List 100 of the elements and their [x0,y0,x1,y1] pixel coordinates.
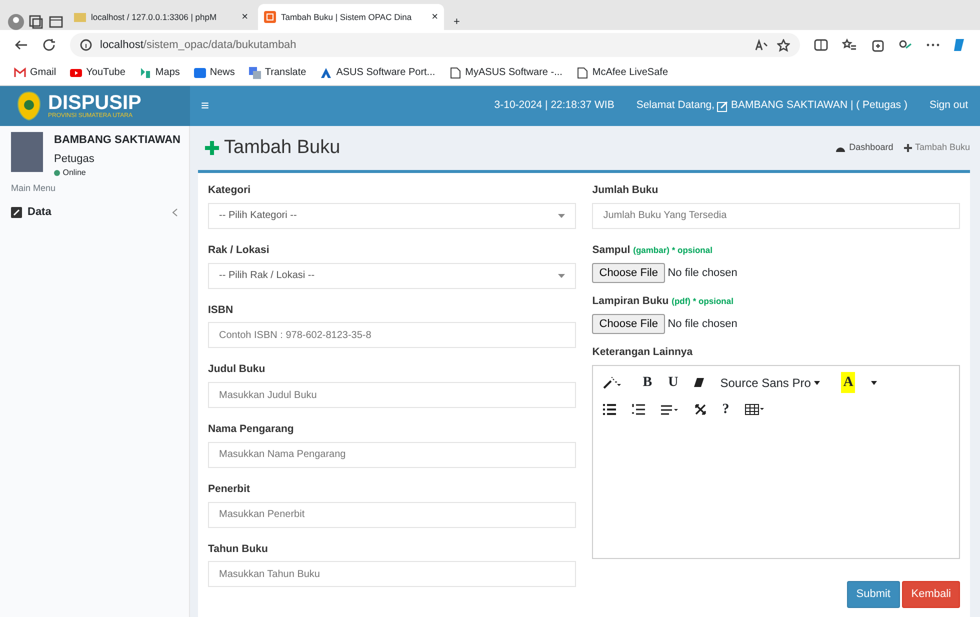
folder-icon [74,11,86,23]
bookmark-link[interactable]: News [194,65,235,80]
align-icon[interactable] [661,404,680,414]
status-dot [54,170,60,176]
caret-icon [558,274,565,278]
sign-out-link[interactable]: Sign out [929,98,968,114]
page-icon [449,66,462,78]
field-label: Sampul [592,244,630,256]
caret-icon [814,380,820,384]
user-role: Petugas [54,152,96,167]
hint-text: (pdf) * opsional [672,296,734,306]
address-bar[interactable]: localhost/sistem_opac/data/bukutambah [70,33,800,57]
page-icon [576,66,588,78]
split-screen-icon[interactable] [814,38,828,52]
datetime-text: 3-10-2024 | 22:18:37 WIB [494,98,614,114]
new-tab-button[interactable]: + [448,14,466,30]
bold-button[interactable]: B [642,372,652,393]
hint-text: (gambar) * opsional [633,244,712,255]
reload-icon[interactable] [42,38,56,52]
bookmark-link[interactable]: McAfee LiveSafe [576,65,668,80]
menu-header: Main Menu [10,182,57,195]
file-button[interactable]: Choose File [592,262,665,283]
back-icon[interactable] [14,38,28,52]
highlight-button[interactable]: A [841,372,856,393]
file-status-text: No file chosen [668,266,738,280]
field-label: Judul Buku [208,362,266,378]
close-button[interactable]: × [432,8,438,26]
user-name-text: BAMBANG SAKTIAWAN | ( Petugas ) [731,98,908,114]
star-icon[interactable] [777,38,790,52]
back-button[interactable]: Kembali [902,581,960,608]
breadcrumb-link[interactable]: Tambah Buku [904,141,970,155]
bookmark-link[interactable]: Translate [248,65,306,80]
translate-icon [248,66,261,78]
field-label: Penerbit [208,482,252,497]
tab-title: localhost / 127.0.0.1:3306 | phpM [91,10,218,24]
eraser-icon[interactable] [694,377,704,388]
bookmark-link[interactable]: ASUS Software Port... [320,65,436,80]
menu-toggle-button[interactable]: ≡ [190,96,220,116]
caret-icon [558,214,565,218]
tab-actions-icon[interactable] [48,14,64,30]
bookmark-link[interactable]: Maps [139,65,180,80]
file-button[interactable]: Choose File [592,314,665,334]
edit-icon [11,206,22,218]
tab-title: Tambah Buku | Sistem OPAC Dina [281,10,413,24]
underline-button[interactable]: U [668,372,678,393]
input-field[interactable]: Masukkan Judul Buku [208,382,576,408]
browser-tab[interactable]: Tambah Buku | Sistem OPAC Dina × [258,4,444,30]
user-name: BAMBANG SAKTIAWAN [54,132,180,148]
field-label: Kategori [208,183,252,198]
read-aloud-icon[interactable] [755,39,769,51]
fullscreen-icon[interactable] [695,404,706,415]
magic-wand-icon[interactable] [603,376,622,388]
input-field[interactable]: Jumlah Buku Yang Tersedia [592,202,960,229]
triangle-logo-icon [320,66,332,78]
input-field[interactable]: Masukkan Penerbit [208,502,576,528]
select-field[interactable]: -- Pilih Kategori -- [208,202,576,229]
browser-tab[interactable]: localhost / 127.0.0.1:3306 | phpM × [68,4,254,30]
info-icon [80,39,92,51]
bookmark-link[interactable]: Gmail [14,65,56,80]
font-dropdown[interactable]: Source Sans Pro [720,374,820,392]
field-label: Rak / Lokasi [208,242,270,258]
status-text: Online [62,167,86,180]
close-button[interactable]: × [242,8,248,26]
numbered-list-icon[interactable] [632,404,646,415]
page-title: Tambah Buku [224,136,340,160]
plus-icon [904,144,912,152]
profile-icon[interactable] [8,14,24,30]
plus-icon [204,140,220,156]
edit-icon [717,100,728,112]
field-label: ISBN [208,302,234,318]
field-label: Lampiran Buku [592,295,669,307]
workspaces-icon[interactable] [28,14,44,30]
select-field[interactable]: -- Pilih Rak / Lokasi -- [208,262,576,288]
app-icon [264,11,276,23]
emblem-logo-icon [16,91,42,121]
collections-icon[interactable] [870,38,884,52]
submit-button[interactable]: Submit [847,581,900,608]
breadcrumb-link[interactable]: Dashboard [835,141,894,155]
table-icon[interactable] [745,404,766,415]
field-label: Keterangan Lainnya [592,345,694,360]
bullet-list-icon[interactable] [603,404,616,415]
caret-icon[interactable] [871,380,878,384]
menu-item[interactable]: Data [0,198,189,226]
chevron-left-icon [172,208,178,216]
input-field[interactable]: Masukkan Nama Pengarang [208,442,576,468]
url-text: localhost/sistem_opac/data/bukutambah [100,38,296,53]
help-button[interactable]: ? [722,399,730,420]
field-label: Tahun Buku [208,542,269,556]
logo-title: DISPUSIP [48,93,142,113]
mail-icon [14,66,26,78]
file-status-text: No file chosen [668,316,738,332]
text-editor[interactable]: B U Source Sans Pro A ? [592,365,960,559]
favorites-icon[interactable] [842,38,856,52]
input-field[interactable]: Masukkan Tahun Buku [208,561,576,588]
photo-placeholder [11,132,43,172]
bookmark-link[interactable]: MyASUS Software -... [449,65,562,80]
bookmark-link[interactable]: YouTube [70,65,126,80]
greeting-text: Selamat Datang, [636,98,715,114]
input-field[interactable]: Contoh ISBN : 978-602-8123-35-8 [208,322,576,348]
video-play-icon [70,66,82,78]
